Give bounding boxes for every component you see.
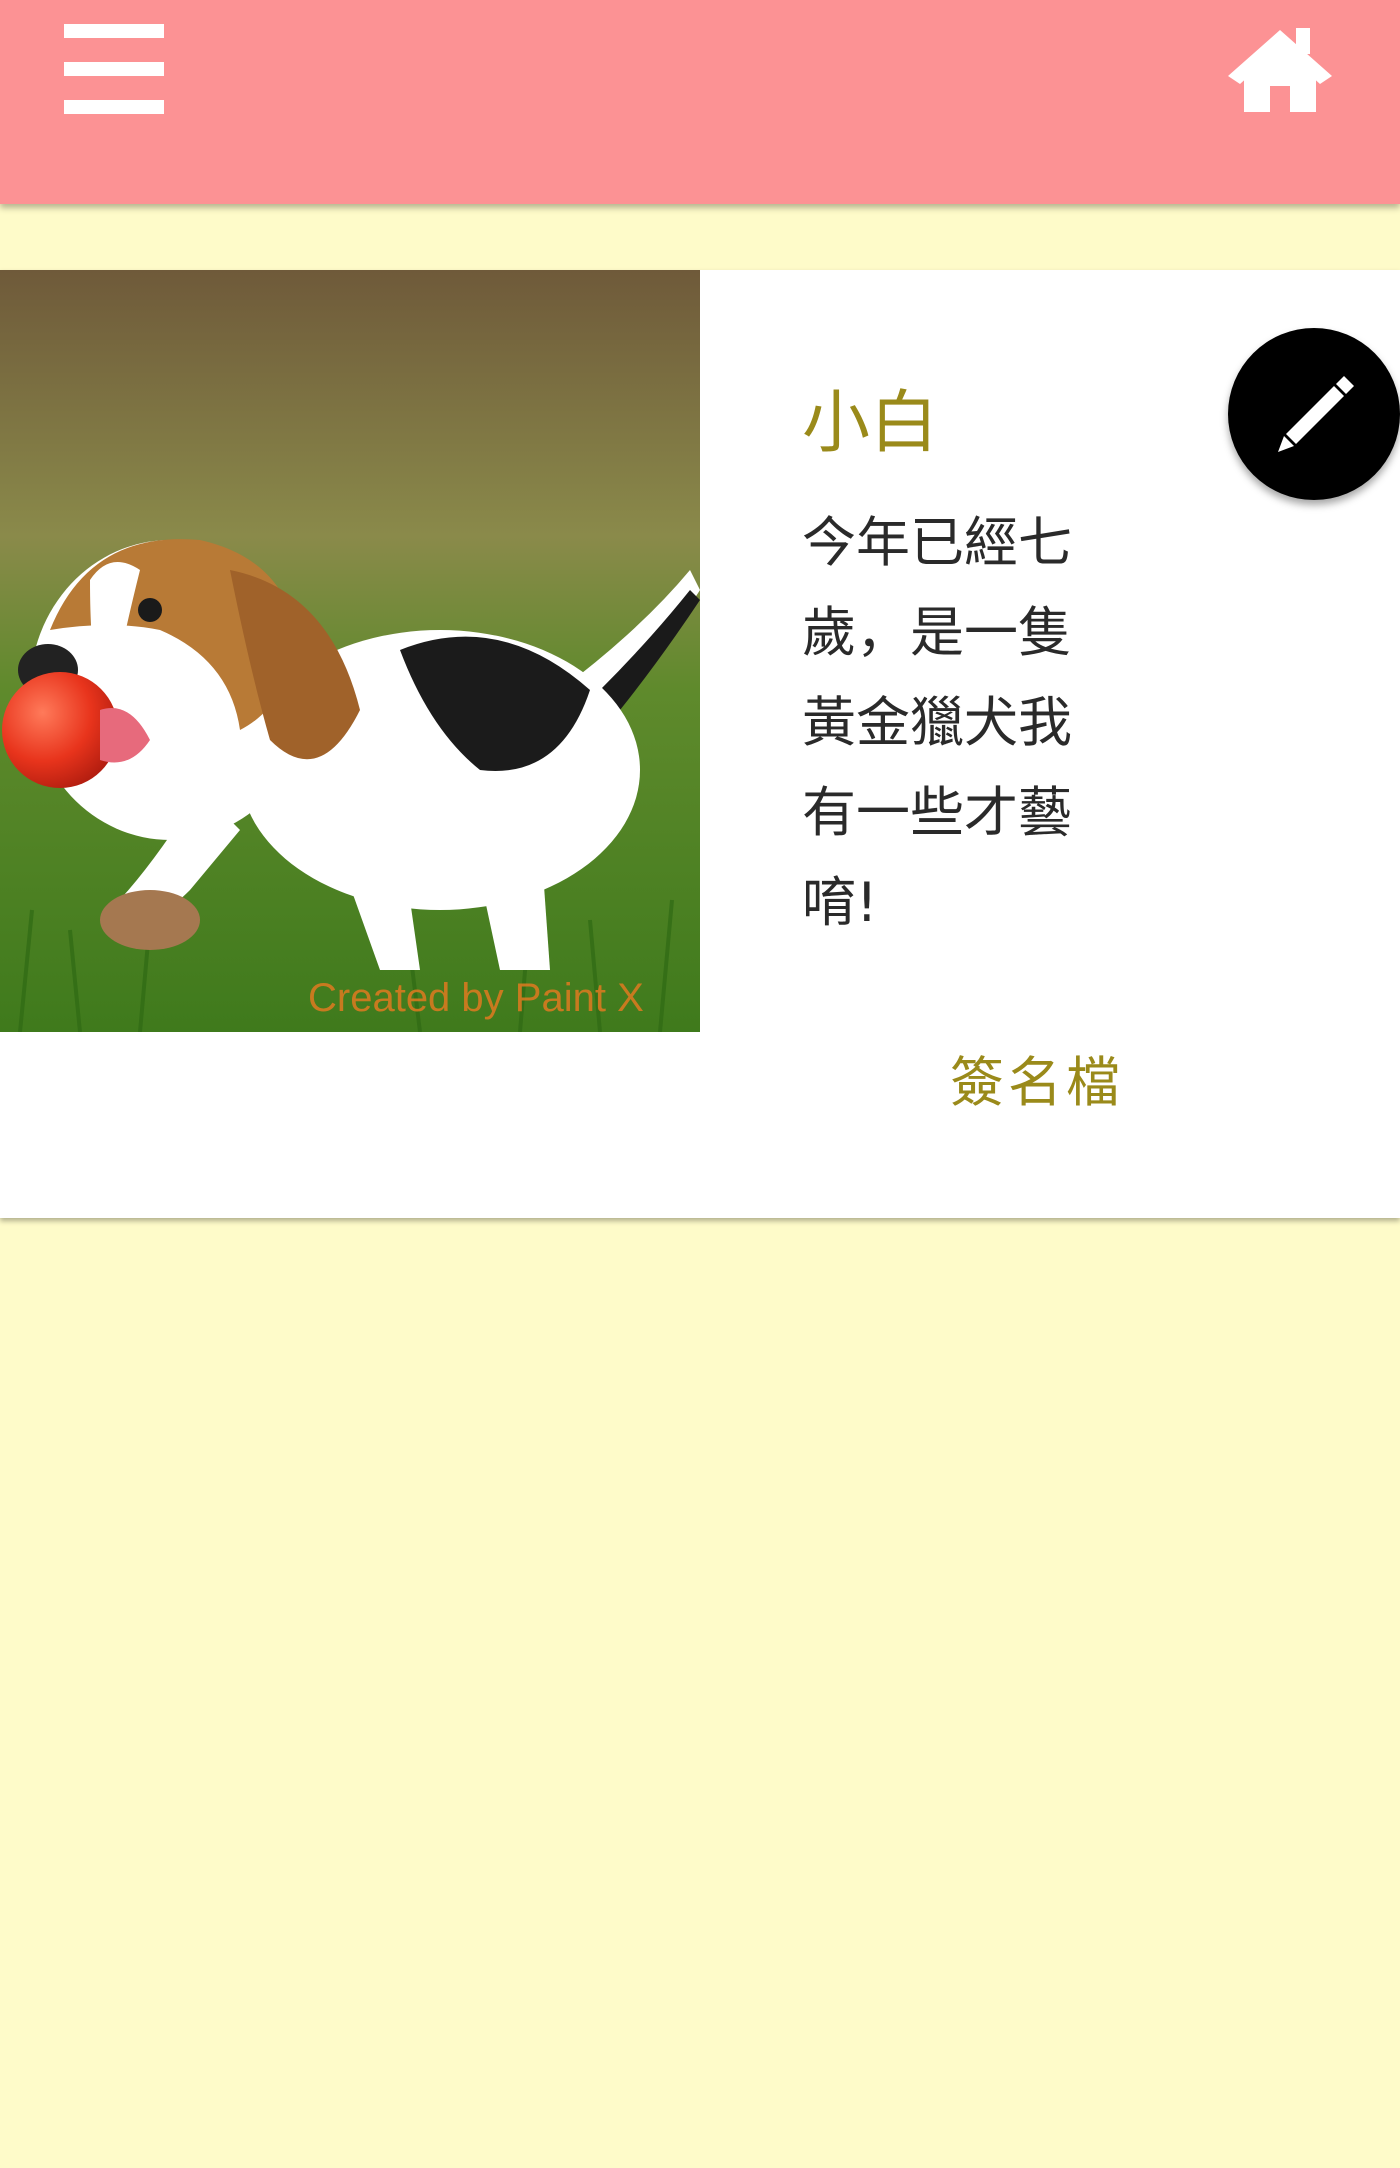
pet-photo: Created by Paint X (0, 270, 700, 1032)
menu-button[interactable] (58, 22, 170, 118)
pet-description: 今年已經七歲，是一隻黃金獵犬我有一些才藝唷! (802, 511, 1072, 934)
menu-icon-bar (64, 62, 164, 76)
pet-name: 小白 (802, 384, 939, 463)
menu-icon-bar (64, 100, 164, 114)
beagle-photo-illustration (0, 270, 700, 1032)
home-button[interactable] (1222, 22, 1338, 118)
app-bar (0, 0, 1400, 204)
home-icon (1228, 28, 1332, 112)
photo-watermark: Created by Paint X (308, 976, 644, 1020)
guestbook-link[interactable]: 簽名檔 (950, 1038, 1124, 1117)
edit-button[interactable] (1228, 328, 1400, 500)
pet-card: Created by Paint X 小白 今年已經七歲，是一隻黃金獵犬我有一些… (0, 270, 1400, 1218)
menu-icon-bar (64, 24, 164, 38)
pencil-icon (1278, 376, 1354, 452)
